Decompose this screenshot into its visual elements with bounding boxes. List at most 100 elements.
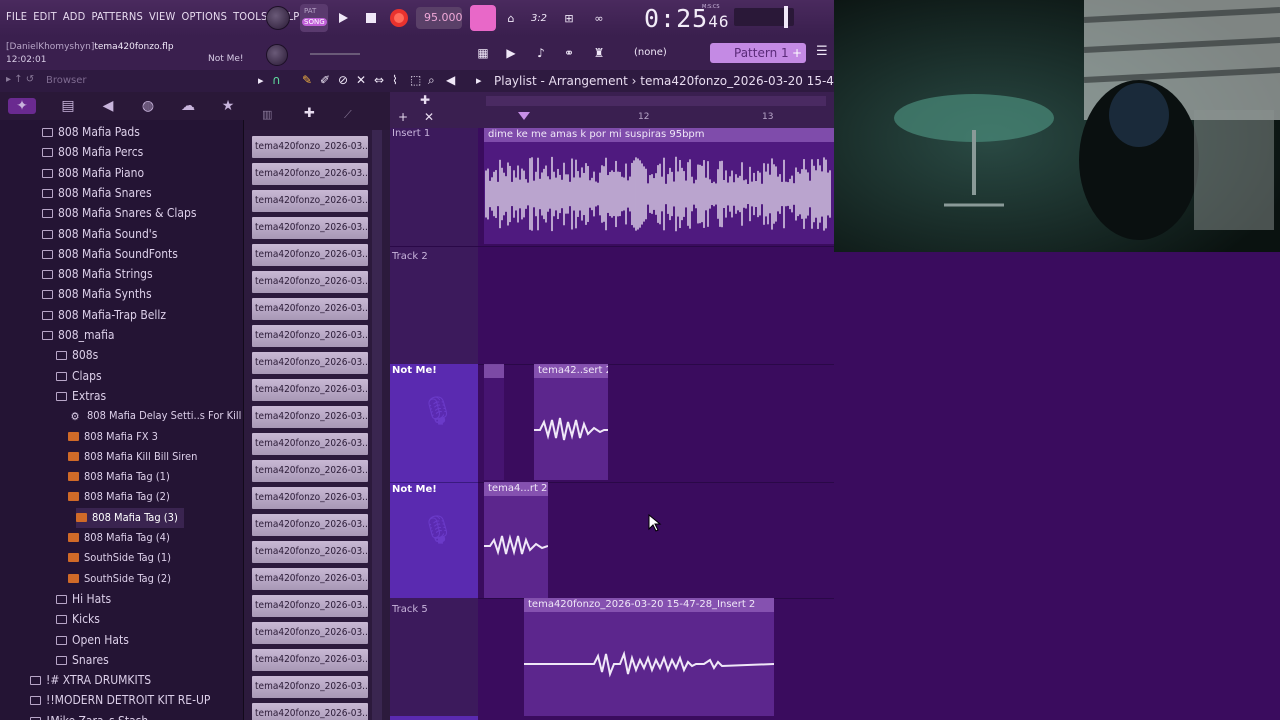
picker-clip-item[interactable]: tema420fonzo_2026-03... [252, 325, 368, 347]
picker-waveform-icon[interactable]: ✚ [304, 106, 315, 121]
track-header-4[interactable]: Not Me! 🎙 [390, 482, 478, 598]
browser-item[interactable]: 808 Mafia Strings [42, 264, 153, 284]
picker-clip-item[interactable]: tema420fonzo_2026-03... [252, 514, 368, 536]
picker-clip-item[interactable]: tema420fonzo_2026-03... [252, 595, 368, 617]
mute-tool-icon[interactable]: ✕ [356, 73, 366, 87]
zoom-tool-icon[interactable]: ⌕ [428, 73, 435, 88]
add-track-icon[interactable]: + [398, 110, 408, 124]
browser-item[interactable]: Hi Hats [56, 589, 111, 609]
browser-item[interactable]: 808 Mafia Synths [42, 284, 152, 304]
mixer-button[interactable]: ♜ [588, 42, 610, 64]
tempo-display[interactable]: 95.000 [416, 7, 463, 29]
browser-item[interactable]: 808 Mafia Tag (3) [76, 507, 184, 528]
metronome-button[interactable] [470, 5, 496, 31]
browser-item[interactable]: 808 Mafia Snares [42, 183, 152, 203]
browser-item[interactable]: 808 Mafia Tag (1) [68, 467, 170, 487]
picker-clip-item[interactable]: tema420fonzo_2026-03... [252, 217, 368, 239]
audio-clip[interactable]: tema420fonzo_2026-03-20 15-47-28_Insert … [524, 598, 774, 716]
menu-options[interactable]: OPTIONS [181, 10, 227, 23]
picker-clip-item[interactable]: tema420fonzo_2026-03... [252, 568, 368, 590]
picker-clip-item[interactable]: tema420fonzo_2026-03... [252, 379, 368, 401]
audio-clip[interactable] [484, 364, 504, 480]
slip-tool-icon[interactable]: ⇔ [374, 73, 384, 87]
menu-edit[interactable]: EDIT [33, 10, 57, 23]
picker-clip-item[interactable]: tema420fonzo_2026-03... [252, 622, 368, 644]
browser-item[interactable]: Extras [56, 386, 106, 406]
menu-patterns[interactable]: PATTERNS [91, 10, 142, 23]
browser-item[interactable]: 808_mafia [42, 325, 115, 345]
browser-item[interactable]: 808 Mafia FX 3 [68, 427, 158, 447]
browser-item[interactable]: Kicks [56, 609, 100, 629]
record-button[interactable] [388, 7, 410, 29]
typing-keyboard-button[interactable]: ⊞ [558, 7, 580, 29]
song-mode-toggle[interactable]: PAT SONG [300, 4, 328, 32]
browser-item[interactable]: 808s [56, 345, 98, 365]
browser-item[interactable]: 808 Mafia Snares & Claps [42, 203, 196, 223]
master-volume-knob[interactable] [266, 6, 290, 30]
browser-item[interactable]: !!MODERN DETROIT KIT RE-UP [30, 690, 210, 710]
browser-item[interactable]: Snares [56, 650, 109, 670]
picker-clip-item[interactable]: tema420fonzo_2026-03... [252, 460, 368, 482]
overview-strip[interactable] [486, 96, 826, 106]
tab-project-icon[interactable]: ▤ [60, 98, 76, 114]
add-pattern-button[interactable]: + [792, 43, 802, 63]
browser-item[interactable]: 808 Mafia Piano [42, 163, 144, 183]
song-position-display[interactable]: 0:2546 [644, 4, 729, 33]
browser-item[interactable]: 808 Mafia Kill Bill Siren [68, 447, 197, 467]
tab-favorites-icon[interactable]: ★ [220, 98, 236, 114]
pattern-selector[interactable]: Pattern 1 + [710, 43, 806, 63]
tab-all-icon[interactable]: ✦ [8, 98, 36, 114]
magnet-snap-icon[interactable]: ∩ [272, 73, 281, 87]
channel-rack-button[interactable]: ▶ [500, 42, 522, 64]
browser-item[interactable]: Claps [56, 366, 102, 386]
picker-clip-item[interactable]: tema420fonzo_2026-03... [252, 190, 368, 212]
play-button[interactable] [332, 7, 354, 29]
browser-item[interactable]: SouthSide Tag (1) [68, 548, 171, 568]
picker-scrollbar[interactable] [372, 130, 382, 720]
picker-clip-item[interactable]: tema420fonzo_2026-03... [252, 298, 368, 320]
browser-item[interactable]: 808 Mafia Tag (2) [68, 487, 170, 507]
delete-tool-icon[interactable]: ⊘ [338, 73, 348, 87]
menu-add[interactable]: ADD [63, 10, 86, 23]
browser-item[interactable]: 808 Mafia Percs [42, 142, 143, 162]
track-header-1[interactable]: Insert 1 [390, 128, 478, 246]
picker-clip-item[interactable]: tema420fonzo_2026-03... [252, 541, 368, 563]
stop-button[interactable] [360, 7, 382, 29]
tab-plugin-db-icon[interactable]: ◍ [140, 98, 156, 114]
tab-cloud-icon[interactable]: ☁ [180, 98, 196, 114]
master-pitch-slider[interactable] [310, 53, 360, 55]
timeline-ruler[interactable]: + ✕ ✚ 12 13 [390, 92, 834, 128]
slice-tool-icon[interactable]: ⌇ [392, 73, 398, 87]
menu-tools[interactable]: TOOLS [233, 10, 267, 23]
playback-tool-icon[interactable]: ◀ [446, 73, 455, 87]
track-header-3[interactable]: Not Me! 🎙 [390, 364, 478, 482]
browser-item[interactable]: 808 Mafia SoundFonts [42, 244, 178, 264]
picker-clip-item[interactable]: tema420fonzo_2026-03... [252, 676, 368, 698]
pencil-tool-icon[interactable]: ✎ [302, 73, 312, 87]
browser-item[interactable]: SouthSide Tag (2) [68, 569, 171, 589]
picker-clip-item[interactable]: tema420fonzo_2026-03... [252, 136, 368, 158]
loop-record-button[interactable]: ∞ [588, 7, 610, 29]
picker-clip-item[interactable]: tema420fonzo_2026-03... [252, 244, 368, 266]
picker-clip-item[interactable]: tema420fonzo_2026-03... [252, 433, 368, 455]
step-edit-button[interactable]: 3:2 [528, 7, 550, 29]
picker-clip-item[interactable]: tema420fonzo_2026-03... [252, 406, 368, 428]
browser-item[interactable]: 808 Mafia-Trap Bellz [42, 305, 166, 325]
paint-tool-icon[interactable]: ✐ [320, 73, 330, 87]
track-header-2[interactable]: Track 2 [390, 246, 478, 364]
picker-clip-item[interactable]: tema420fonzo_2026-03... [252, 352, 368, 374]
browser-item[interactable]: !# XTRA DRUMKITS [30, 670, 151, 690]
piano-roll-button[interactable]: ♪ [530, 42, 552, 64]
browser-item[interactable]: !Mike Zara_s Stash [30, 711, 148, 720]
audio-clip[interactable]: tema42..sert 2 [534, 364, 608, 480]
playhead-marker[interactable] [518, 112, 530, 120]
picker-clip-item[interactable]: tema420fonzo_2026-03... [252, 649, 368, 671]
picker-clip-item[interactable]: tema420fonzo_2026-03... [252, 703, 368, 720]
picker-icon-a[interactable]: ▥ [262, 108, 272, 121]
menu-view[interactable]: VIEW [149, 10, 176, 23]
ruler-waveform-icon[interactable]: ✚ [420, 93, 430, 107]
select-tool-icon[interactable]: ⬚ [410, 73, 421, 87]
browser-item[interactable]: 808 Mafia Sound's [42, 224, 157, 244]
audio-clip[interactable]: tema4...rt 2 [484, 482, 548, 598]
picker-clip-item[interactable]: tema420fonzo_2026-03... [252, 163, 368, 185]
